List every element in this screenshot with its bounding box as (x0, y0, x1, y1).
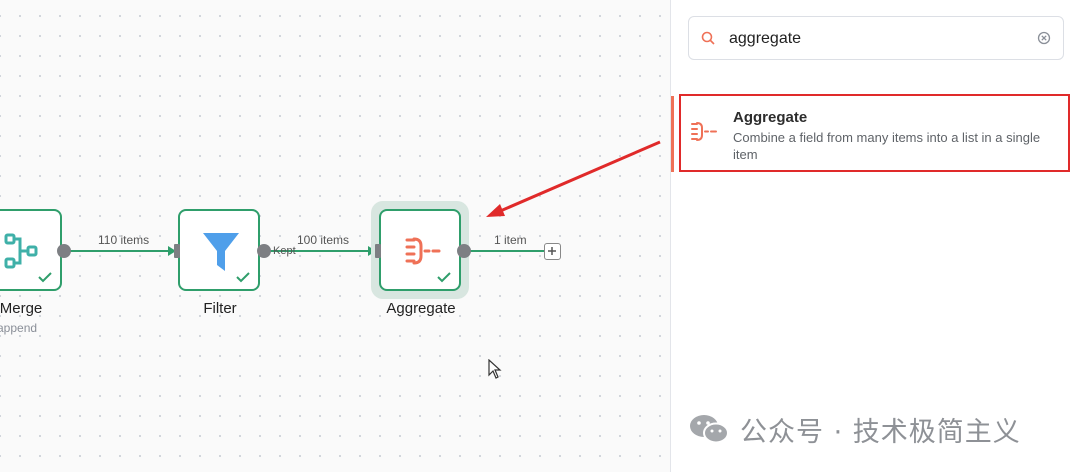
merge-node[interactable] (0, 209, 62, 291)
watermark-text: 公众号 · 技术极简主义 (740, 416, 1021, 448)
search-box[interactable] (688, 16, 1064, 60)
filter-output-handle[interactable] (257, 244, 271, 258)
aggregate-input-handle[interactable] (375, 244, 381, 258)
annotation-highlight-box (679, 94, 1070, 172)
edge-item-count: 110 items (98, 233, 150, 247)
add-node-button[interactable] (544, 243, 561, 260)
mouse-cursor-icon (488, 359, 502, 379)
aggregate-output-handle[interactable] (457, 244, 471, 258)
merge-node-subtitle: append (0, 321, 38, 335)
success-check-icon (38, 272, 52, 283)
aggregate-node-label: Aggregate (386, 300, 456, 317)
edge-item-count: 100 items (297, 233, 350, 247)
success-check-icon (437, 272, 451, 283)
edge-branch-label: Kept (273, 245, 296, 257)
node-creator-panel: Aggregate Combine a field from many item… (670, 0, 1080, 472)
filter-node[interactable] (178, 209, 260, 291)
clear-search-icon[interactable] (1037, 31, 1051, 45)
active-accent-bar (671, 96, 674, 172)
merge-icon (4, 233, 38, 269)
search-icon (701, 31, 715, 45)
search-input[interactable] (729, 27, 1029, 51)
filter-node-label: Filter (203, 300, 237, 317)
success-check-icon (236, 272, 250, 283)
plus-icon (548, 247, 556, 255)
aggregate-node[interactable] (379, 209, 461, 291)
watermark: 公众号 · 技术极简主义 (688, 411, 1021, 448)
merge-node-label: Merge (0, 300, 43, 317)
wechat-icon (690, 415, 729, 444)
filter-input-handle[interactable] (174, 244, 180, 258)
edge-item-count: 1 item (494, 233, 527, 247)
workflow-canvas[interactable]: Merge append Filter Aggregate 110 items … (0, 0, 670, 472)
merge-output-handle[interactable] (57, 244, 71, 258)
